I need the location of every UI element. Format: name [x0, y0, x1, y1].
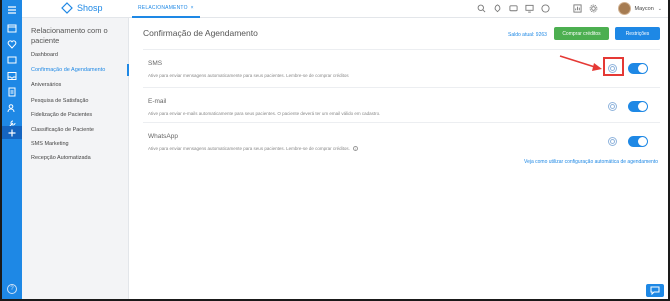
tab-relacionamento[interactable]: RELACIONAMENTO × [132, 0, 200, 18]
channel-title: WhatsApp [148, 133, 178, 140]
users-icon[interactable] [6, 102, 18, 114]
sidebar-item-label: SMS Marketing [31, 141, 69, 147]
sidebar-item-label: Aniversários [31, 82, 62, 88]
calendar-icon[interactable] [6, 22, 18, 34]
chat-button[interactable] [646, 284, 664, 297]
channel-description: Ative para enviar e-mails automaticament… [148, 111, 380, 116]
settings-icon[interactable] [588, 3, 598, 13]
sidebar-item-label: Pesquisa de Satisfação [31, 98, 89, 104]
annotation-highlight [603, 57, 624, 76]
logo-text: Shosp [77, 3, 103, 13]
page-title: Confirmação de Agendamento [143, 28, 258, 38]
channel-description-text: Ative para enviar e-mails automaticament… [148, 111, 381, 116]
help-circle-icon[interactable] [540, 3, 550, 13]
chat-icon [650, 286, 660, 295]
search-icon[interactable] [476, 3, 486, 13]
channel-description: Ative para enviar mensagens automaticame… [148, 73, 349, 78]
info-icon[interactable]: i [352, 146, 358, 152]
logo-icon [61, 2, 73, 14]
email-toggle[interactable] [628, 101, 648, 112]
sidebar-item-confirmacao-agendamento[interactable]: Confirmação de Agendamento [22, 64, 129, 76]
icon-rail [2, 0, 22, 299]
channel-title: SMS [148, 60, 163, 67]
logo[interactable]: Shosp [60, 2, 103, 14]
heart-icon[interactable] [6, 38, 18, 50]
settings-icon[interactable] [608, 102, 617, 111]
buy-credits-button[interactable]: Comprar créditos [554, 27, 609, 40]
avatar [617, 2, 631, 15]
sidebar-title: Relacionamento com o paciente [31, 26, 108, 45]
channel-card-email: E-mail Ative para enviar e-mails automat… [143, 87, 660, 125]
whatsapp-toggle[interactable] [628, 136, 648, 147]
top-bar: Shosp RELACIONAMENTO × Maycon ⌄ [22, 0, 668, 18]
settings-icon[interactable] [608, 137, 617, 146]
restrictions-button[interactable]: Restrições [615, 27, 660, 40]
chevron-down-icon: ⌄ [657, 5, 662, 12]
sidebar-item-dashboard[interactable]: Dashboard [22, 49, 129, 61]
user-menu[interactable]: Maycon ⌄ [617, 2, 662, 15]
sidebar-item-label: Fidelização de Pacientes [31, 112, 93, 118]
balance-link[interactable]: Saldo atual: 9263 [508, 32, 547, 38]
top-icons [476, 3, 598, 13]
channel-description-text: Ative para enviar mensagens automaticame… [148, 146, 350, 151]
help-icon[interactable]: ? [7, 284, 17, 294]
sidebar-item-recepcao-automatizada[interactable]: Recepção Automatizada [22, 152, 129, 164]
sidebar-item-label: Classificação de Paciente [31, 127, 94, 133]
channel-description-text: Ative para enviar mensagens automaticame… [148, 73, 349, 78]
tab-label: RELACIONAMENTO [138, 5, 188, 11]
sidebar-item-label: Confirmação de Agendamento [31, 67, 106, 73]
monitor-icon[interactable] [524, 3, 534, 13]
channel-description: Ative para enviar mensagens automaticame… [148, 146, 358, 152]
annotation-arrow-icon [559, 55, 602, 71]
sidebar-item-label: Recepção Automatizada [31, 155, 91, 161]
reports-icon[interactable] [572, 3, 582, 13]
chat-notifications-icon[interactable] [508, 3, 518, 13]
sms-toggle[interactable] [628, 63, 648, 74]
sidebar-item-label: Dashboard [31, 52, 58, 58]
sidebar-item-fidelizacao-pacientes[interactable]: Fidelização de Pacientes [22, 109, 129, 121]
inbox-icon[interactable] [6, 70, 18, 82]
add-icon[interactable] [2, 126, 22, 139]
menu-icon[interactable] [6, 4, 18, 16]
wallet-icon[interactable] [6, 54, 18, 66]
user-name: Maycon [634, 5, 654, 12]
document-icon[interactable] [6, 86, 18, 98]
main-content: Confirmação de Agendamento Saldo atual: … [130, 18, 668, 299]
channel-title: E-mail [148, 98, 167, 105]
close-tab-icon[interactable]: × [191, 5, 194, 11]
sidebar: Relacionamento com o paciente Dashboard … [22, 18, 129, 299]
rocket-icon[interactable] [492, 3, 502, 13]
sidebar-item-aniversarios[interactable]: Aniversários [22, 79, 129, 91]
sidebar-item-classificacao-paciente[interactable]: Classificação de Paciente [22, 124, 129, 136]
sidebar-item-sms-marketing[interactable]: SMS Marketing [22, 138, 129, 150]
sidebar-item-pesquisa-satisfacao[interactable]: Pesquisa de Satisfação [22, 95, 129, 107]
channel-card-whatsapp: WhatsApp Ative para enviar mensagens aut… [143, 122, 660, 160]
help-link[interactable]: Veja como utilizar configuração automáti… [524, 159, 658, 165]
app-window: Shosp RELACIONAMENTO × Maycon ⌄ Relacion… [2, 0, 668, 299]
